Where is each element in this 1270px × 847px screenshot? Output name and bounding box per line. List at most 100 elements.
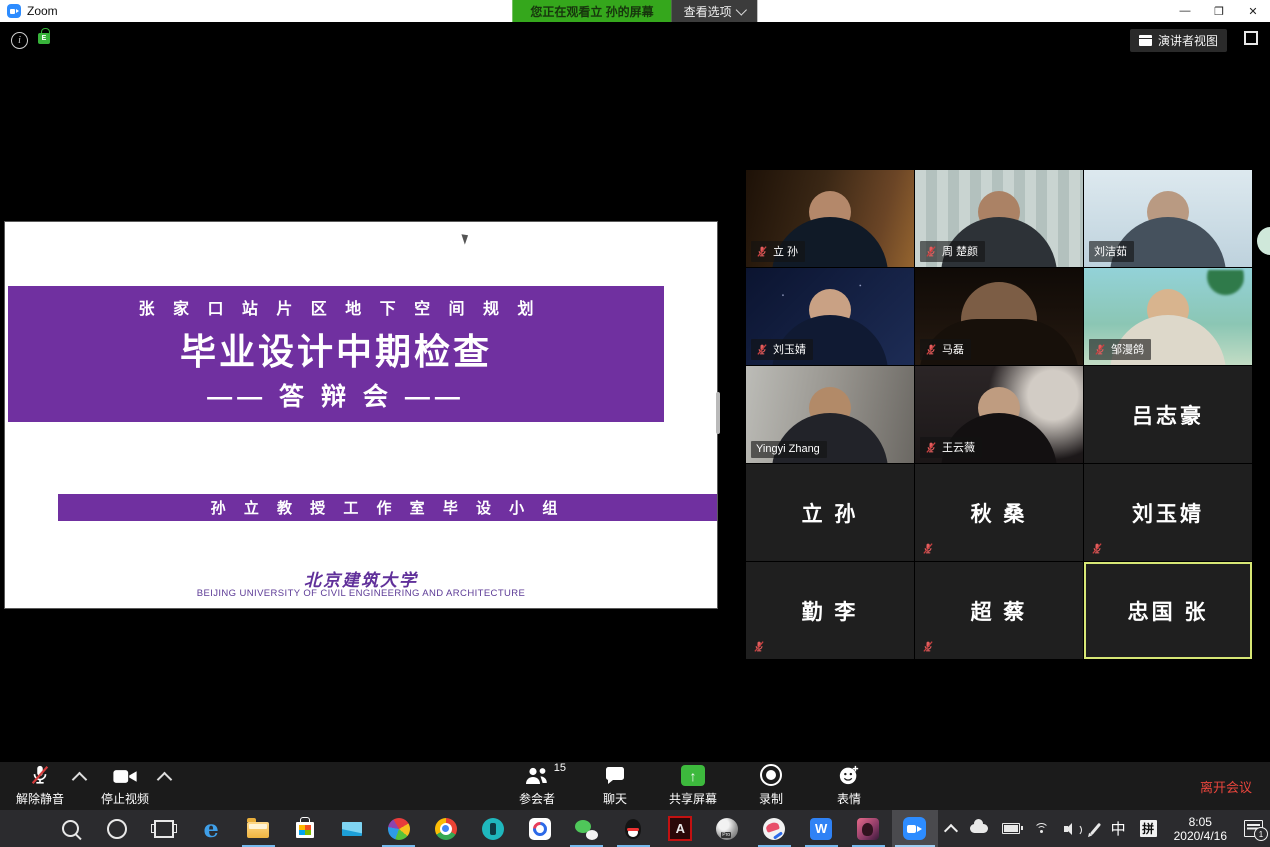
university-name-en: BEIJING UNIVERSITY OF CIVIL ENGINEERING … [5,588,717,599]
google-earth-app[interactable] [704,810,751,847]
close-button[interactable]: ✕ [1236,0,1270,22]
participant-tile[interactable]: 秋 桑 [915,464,1083,561]
qq-app[interactable] [610,810,657,847]
participants-count-badge: 15 [554,762,566,774]
start-button[interactable] [0,810,47,847]
edge-icon: e [199,817,223,841]
participant-tile[interactable]: 刘洁茹 [1084,170,1252,267]
store-icon [296,822,314,838]
wechat-icon [575,820,598,840]
notification-count-badge: 1 [1254,827,1268,841]
pen-icon [1089,822,1100,835]
file-explorer-app[interactable] [235,810,282,847]
shared-screen-slide: 张 家 口 站 片 区 地 下 空 间 规 划 毕业设计中期检查 —— 答 辩 … [5,222,717,608]
taskbar-search[interactable] [47,810,94,847]
cloud-icon [970,824,988,833]
record-icon [760,764,782,786]
chat-button[interactable]: 聊天 [583,762,647,810]
wps-icon: W [810,818,832,840]
participant-tile-active-speaker[interactable]: 忠国 张 [1084,562,1252,659]
muted-mic-icon [756,343,768,356]
share-screen-button[interactable]: ↑ 共享屏幕 [661,762,725,810]
wechat-app[interactable] [563,810,610,847]
participant-tile[interactable]: 刘玉婧 [1084,464,1252,561]
fullscreen-icon[interactable] [1244,31,1258,45]
stop-video-button[interactable]: 停止视频 [93,765,157,807]
participant-tile[interactable]: 邹漫鸽 [1084,268,1252,365]
leave-meeting-button[interactable]: 离开会议 [1200,762,1252,810]
participant-tile[interactable]: 勤 李 [746,562,914,659]
participant-tile[interactable]: 周 楚颜 [915,170,1083,267]
participants-button[interactable]: 15 参会者 [505,762,569,810]
video-options-chevron[interactable] [157,771,173,787]
audio-options-chevron[interactable] [72,771,88,787]
lantern-app[interactable] [469,810,516,847]
action-center-button[interactable]: 1 [1237,810,1270,847]
slide-title-line2: 毕业设计中期检查 [8,323,664,375]
netdisk-icon [529,818,551,840]
participant-tile[interactable]: 超 蔡 [915,562,1083,659]
slide-title-banner: 张 家 口 站 片 区 地 下 空 间 规 划 毕业设计中期检查 —— 答 辩 … [8,286,664,422]
battery-tray[interactable] [995,810,1027,847]
participant-tile[interactable]: 马磊 [915,268,1083,365]
video-camera-icon [112,767,138,786]
search-icon [62,820,79,837]
meeting-info-icon[interactable]: i [11,32,28,49]
volume-tray[interactable] [1057,810,1087,847]
badminton-app[interactable] [751,810,798,847]
pen-tray[interactable] [1087,810,1104,847]
ime-mode-indicator[interactable]: 拼 [1133,810,1164,847]
slide-title-line3: —— 答 辩 会 —— [8,377,664,413]
chat-bubble-icon [604,766,626,786]
microsoft-store-app[interactable] [282,810,329,847]
watching-screen-message: 您正在观看立 孙的屏幕 [512,0,671,22]
acrobat-app[interactable]: A [657,810,704,847]
panel-splitter-handle[interactable] [716,392,720,434]
mouse-cursor-icon [461,232,470,244]
muted-mic-icon [925,441,937,454]
view-options-dropdown[interactable]: 查看选项 [672,0,758,22]
maximize-button[interactable]: ❐ [1202,0,1236,22]
record-button[interactable]: 录制 [739,762,803,810]
encryption-lock-icon[interactable]: E [38,33,50,44]
muted-mic-icon [922,542,934,555]
muted-mic-icon [922,640,934,653]
unmute-button[interactable]: 解除静音 [8,765,72,807]
participant-tile[interactable]: Yingyi Zhang [746,366,914,463]
participant-tile[interactable]: 吕志豪 [1084,366,1252,463]
participant-name-centered: 忠国 张 [1084,562,1252,659]
speaker-view-button[interactable]: 演讲者视图 [1130,29,1227,52]
participant-tile[interactable]: 立 孙 [746,464,914,561]
wifi-tray[interactable] [1027,810,1057,847]
edge-app[interactable]: e [188,810,235,847]
reactions-button[interactable]: 表情 [817,762,881,810]
anime-app[interactable] [845,810,892,847]
wps-app[interactable]: W [798,810,845,847]
participant-tile[interactable]: 王云薇 [915,366,1083,463]
participants-icon [524,766,550,786]
share-screen-icon: ↑ [681,765,705,786]
acrobat-icon: A [668,816,692,841]
participant-name-label: 马磊 [920,339,971,360]
minimize-button[interactable]: — [1168,0,1202,22]
qq-icon [625,819,641,839]
participant-name-centered: 秋 桑 [915,464,1083,561]
speaker-view-icon [1139,35,1152,46]
participant-tile[interactable]: 立 孙 [746,170,914,267]
ime-language-indicator[interactable]: 中 [1104,810,1133,847]
cortana-button[interactable] [94,810,141,847]
taskbar-clock[interactable]: 8:05 2020/4/16 [1164,815,1237,843]
chrome-app[interactable] [422,810,469,847]
netdisk-app[interactable] [516,810,563,847]
onedrive-tray[interactable] [963,810,995,847]
hidden-icons-button[interactable] [939,810,963,847]
browser-360-app[interactable] [375,810,422,847]
file-explorer-icon [247,822,269,838]
mail-app[interactable] [328,810,375,847]
muted-mic-icon [925,343,937,356]
participant-tile[interactable]: 刘玉婧 [746,268,914,365]
windows-logo-icon [11,817,35,841]
task-view-button[interactable] [141,810,188,847]
zoom-app[interactable] [892,810,939,847]
cortana-icon [107,819,127,839]
